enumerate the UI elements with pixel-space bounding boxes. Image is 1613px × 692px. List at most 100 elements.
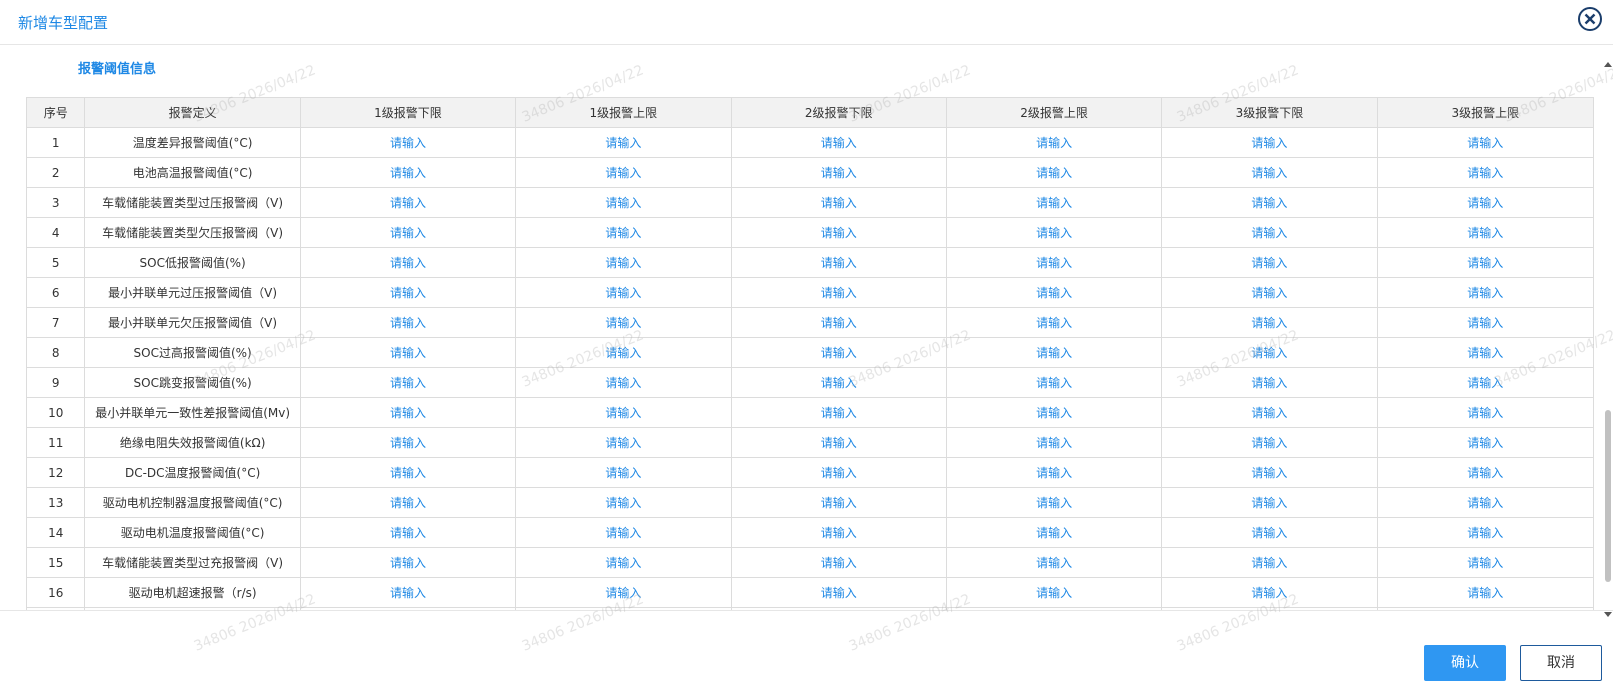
threshold-input[interactable]: 请输入 [821, 226, 857, 240]
threshold-input[interactable]: 请输入 [605, 316, 641, 330]
threshold-input[interactable]: 请输入 [821, 376, 857, 390]
threshold-input[interactable]: 请输入 [1036, 256, 1072, 270]
threshold-input[interactable]: 请输入 [1251, 466, 1287, 480]
vertical-scrollbar[interactable] [1603, 62, 1613, 622]
threshold-input[interactable]: 请输入 [605, 406, 641, 420]
threshold-input[interactable]: 请输入 [821, 166, 857, 180]
threshold-input[interactable]: 请输入 [821, 136, 857, 150]
scroll-up-arrow-icon[interactable] [1604, 62, 1612, 67]
threshold-input[interactable]: 请输入 [390, 256, 426, 270]
threshold-input[interactable]: 请输入 [390, 556, 426, 570]
threshold-input[interactable]: 请输入 [821, 256, 857, 270]
threshold-input[interactable]: 请输入 [390, 376, 426, 390]
threshold-input[interactable]: 请输入 [390, 406, 426, 420]
threshold-input[interactable]: 请输入 [1036, 496, 1072, 510]
threshold-input[interactable]: 请输入 [605, 466, 641, 480]
threshold-input[interactable]: 请输入 [1251, 376, 1287, 390]
threshold-input[interactable]: 请输入 [821, 196, 857, 210]
threshold-input[interactable]: 请输入 [1467, 586, 1503, 600]
threshold-input[interactable]: 请输入 [1467, 496, 1503, 510]
threshold-input[interactable]: 请输入 [821, 586, 857, 600]
threshold-input[interactable]: 请输入 [605, 286, 641, 300]
threshold-input[interactable]: 请输入 [1467, 466, 1503, 480]
threshold-input[interactable]: 请输入 [1036, 586, 1072, 600]
threshold-input[interactable]: 请输入 [821, 556, 857, 570]
threshold-input[interactable]: 请输入 [605, 436, 641, 450]
threshold-input[interactable]: 请输入 [1036, 316, 1072, 330]
threshold-input[interactable]: 请输入 [605, 196, 641, 210]
threshold-input[interactable]: 请输入 [1467, 136, 1503, 150]
threshold-input[interactable]: 请输入 [1467, 226, 1503, 240]
threshold-input[interactable]: 请输入 [1036, 226, 1072, 240]
threshold-input[interactable]: 请输入 [1036, 166, 1072, 180]
threshold-input[interactable]: 请输入 [1467, 286, 1503, 300]
threshold-input[interactable]: 请输入 [605, 226, 641, 240]
threshold-input[interactable]: 请输入 [1251, 286, 1287, 300]
threshold-input[interactable]: 请输入 [1036, 406, 1072, 420]
threshold-input[interactable]: 请输入 [390, 526, 426, 540]
threshold-input[interactable]: 请输入 [1036, 556, 1072, 570]
threshold-input[interactable]: 请输入 [1467, 406, 1503, 420]
threshold-input[interactable]: 请输入 [1251, 526, 1287, 540]
close-button[interactable] [1577, 6, 1603, 32]
threshold-input[interactable]: 请输入 [1467, 316, 1503, 330]
threshold-input[interactable]: 请输入 [605, 166, 641, 180]
threshold-input[interactable]: 请输入 [390, 586, 426, 600]
threshold-input[interactable]: 请输入 [1251, 406, 1287, 420]
threshold-input[interactable]: 请输入 [1251, 166, 1287, 180]
confirm-button[interactable]: 确认 [1424, 645, 1506, 681]
threshold-input[interactable]: 请输入 [390, 346, 426, 360]
threshold-input[interactable]: 请输入 [1467, 196, 1503, 210]
threshold-input[interactable]: 请输入 [1036, 436, 1072, 450]
threshold-input[interactable]: 请输入 [1036, 136, 1072, 150]
threshold-input[interactable]: 请输入 [605, 136, 641, 150]
threshold-input[interactable]: 请输入 [821, 466, 857, 480]
cancel-button[interactable]: 取消 [1520, 645, 1602, 681]
threshold-input[interactable]: 请输入 [1467, 526, 1503, 540]
threshold-input[interactable]: 请输入 [1251, 496, 1287, 510]
threshold-input[interactable]: 请输入 [605, 496, 641, 510]
threshold-input[interactable]: 请输入 [605, 526, 641, 540]
threshold-input[interactable]: 请输入 [1251, 346, 1287, 360]
threshold-input[interactable]: 请输入 [1036, 526, 1072, 540]
threshold-input[interactable]: 请输入 [1251, 556, 1287, 570]
threshold-input[interactable]: 请输入 [605, 256, 641, 270]
threshold-input[interactable]: 请输入 [821, 496, 857, 510]
threshold-input[interactable]: 请输入 [821, 436, 857, 450]
threshold-input[interactable]: 请输入 [821, 346, 857, 360]
threshold-input[interactable]: 请输入 [1251, 256, 1287, 270]
threshold-input[interactable]: 请输入 [1467, 166, 1503, 180]
threshold-input[interactable]: 请输入 [1036, 196, 1072, 210]
threshold-input[interactable]: 请输入 [390, 196, 426, 210]
threshold-input[interactable]: 请输入 [1467, 556, 1503, 570]
threshold-input[interactable]: 请输入 [605, 376, 641, 390]
scroll-thumb[interactable] [1605, 410, 1611, 582]
threshold-input[interactable]: 请输入 [1251, 196, 1287, 210]
threshold-input[interactable]: 请输入 [390, 466, 426, 480]
threshold-input[interactable]: 请输入 [390, 226, 426, 240]
threshold-input[interactable]: 请输入 [1251, 226, 1287, 240]
threshold-input[interactable]: 请输入 [605, 556, 641, 570]
threshold-input[interactable]: 请输入 [390, 496, 426, 510]
threshold-input[interactable]: 请输入 [1467, 346, 1503, 360]
threshold-input[interactable]: 请输入 [1467, 256, 1503, 270]
threshold-input[interactable]: 请输入 [1467, 376, 1503, 390]
threshold-input[interactable]: 请输入 [821, 286, 857, 300]
threshold-input[interactable]: 请输入 [1036, 346, 1072, 360]
threshold-input[interactable]: 请输入 [1251, 586, 1287, 600]
threshold-input[interactable]: 请输入 [1251, 316, 1287, 330]
threshold-input[interactable]: 请输入 [390, 316, 426, 330]
threshold-input[interactable]: 请输入 [390, 136, 426, 150]
threshold-input[interactable]: 请输入 [821, 406, 857, 420]
threshold-input[interactable]: 请输入 [821, 316, 857, 330]
threshold-input[interactable]: 请输入 [1036, 286, 1072, 300]
threshold-input[interactable]: 请输入 [1467, 436, 1503, 450]
threshold-input[interactable]: 请输入 [605, 586, 641, 600]
threshold-input[interactable]: 请输入 [605, 346, 641, 360]
threshold-input[interactable]: 请输入 [1251, 436, 1287, 450]
threshold-input[interactable]: 请输入 [1036, 466, 1072, 480]
threshold-input[interactable]: 请输入 [390, 286, 426, 300]
threshold-input[interactable]: 请输入 [390, 436, 426, 450]
threshold-input[interactable]: 请输入 [1036, 376, 1072, 390]
threshold-input[interactable]: 请输入 [390, 166, 426, 180]
